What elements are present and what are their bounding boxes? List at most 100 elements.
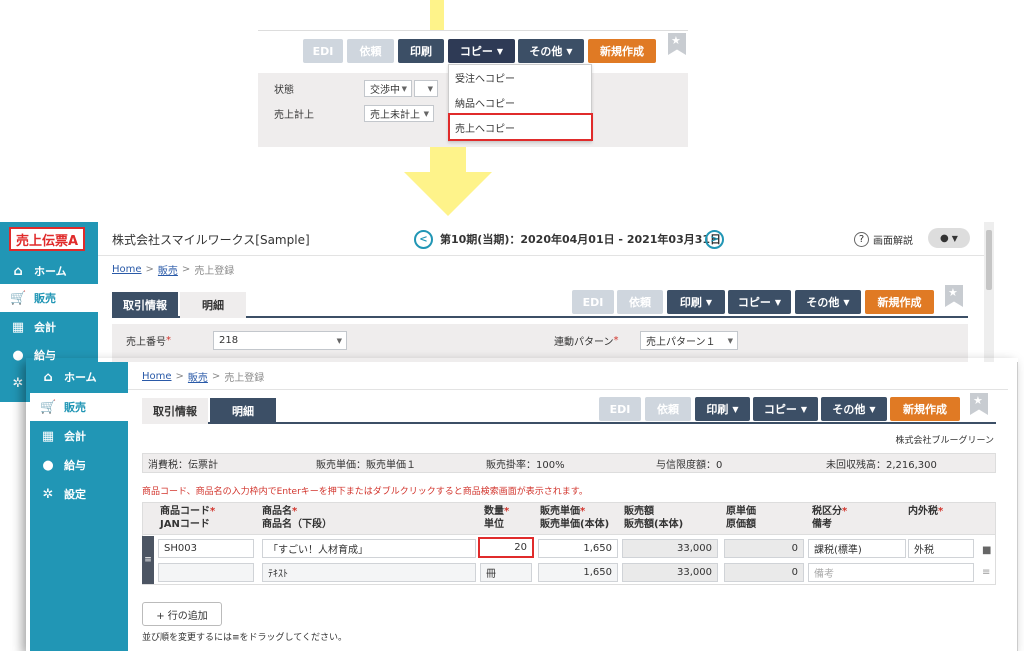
info-rate: 販売掛率：100% (486, 459, 565, 471)
chevron-down-icon: ▼ (800, 404, 808, 414)
chevron-down-icon: ▼ (732, 404, 739, 414)
chevron-down-icon: ▼ (951, 233, 958, 243)
row-drag-handle[interactable]: ≡ (142, 536, 154, 584)
copy-button-2[interactable]: コピー ▼ (753, 397, 818, 421)
home-icon: ⌂ (43, 369, 53, 385)
chevron-down-icon: ▼ (705, 297, 713, 307)
chevron-down-icon: ▼ (496, 46, 504, 56)
sales-label: 売上計上 (274, 109, 314, 121)
pattern-select[interactable]: 売上パターン１ ▼ (640, 331, 738, 350)
sidebar2-item-home[interactable]: ⌂ ホーム (40, 362, 96, 392)
help-icon[interactable]: ? (854, 232, 869, 247)
row-reorder-icon[interactable]: ≡ (982, 566, 990, 578)
number-select[interactable]: 218 ▼ (213, 331, 347, 350)
inout-select[interactable]: 外税 (908, 539, 974, 558)
memo-input[interactable]: 備考 (808, 563, 974, 582)
tab2-deal-info[interactable]: 取引情報 (142, 398, 208, 424)
edi-button-1[interactable]: EDI (572, 290, 614, 314)
sidebar-item-sales[interactable]: 🛒 販売 (10, 283, 56, 313)
gear-icon: ✲ (12, 375, 24, 391)
gear-icon: ✲ (42, 486, 54, 502)
name-input[interactable]: 「すごい！人材育成」 (262, 539, 476, 558)
next-period-icon[interactable]: > (705, 230, 724, 249)
print-button-1[interactable]: 印刷 ▼ (667, 290, 725, 314)
edi-button[interactable]: EDI (303, 39, 343, 63)
dropdown-item-sales[interactable]: 売上へコピー (455, 118, 515, 136)
sales-select[interactable]: 売上未計上 ▼ (364, 105, 434, 122)
breadcrumb-home[interactable]: Home (112, 264, 142, 275)
header-inout: 内外税* (908, 506, 944, 517)
status-select-2[interactable]: ▼ (414, 80, 438, 97)
add-row-button[interactable]: + 行の追加 (142, 602, 222, 626)
money-bag-icon: ● (12, 347, 24, 363)
fiscal-period: 第10期(当期)：2020年04月01日 - 2021年03月31日 (440, 233, 722, 246)
other-button-1[interactable]: その他 ▼ (795, 290, 861, 314)
print-button[interactable]: 印刷 (398, 39, 444, 63)
customer-name: 株式会社ブルーグリーン (895, 435, 994, 446)
new-button[interactable]: 新規作成 (588, 39, 656, 63)
scrollbar-1[interactable] (984, 222, 994, 362)
sidebar-item-accounting[interactable]: ▦ 会計 (10, 312, 56, 342)
irai-button-1[interactable]: 依頼 (617, 290, 663, 314)
header-price: 販売単価* 販売単価(本体) (540, 506, 610, 530)
breadcrumb-sales[interactable]: 販売 (188, 369, 208, 384)
info-price: 販売単価：販売単価１ (316, 459, 416, 471)
jan-input[interactable] (158, 563, 254, 582)
chevron-down-icon: ▼ (869, 404, 876, 414)
money-bag-icon: ● (42, 457, 54, 473)
code-input[interactable]: SH003 (158, 539, 254, 558)
status-select[interactable]: 交渉中 ▼ (364, 80, 412, 97)
other-button-2[interactable]: その他 ▼ (821, 397, 887, 421)
irai-button[interactable]: 依頼 (347, 39, 394, 63)
header-qty: 数量* 単位 (484, 506, 510, 530)
header-amount: 販売額 販売額(本体) (624, 506, 684, 530)
sidebar-item-home[interactable]: ⌂ ホーム (10, 256, 66, 286)
badge-sales-slip: 売上伝票A (9, 227, 85, 251)
tab-deal-info[interactable]: 取引情報 (112, 292, 178, 318)
header-name: 商品名* 商品名（下段） (262, 506, 332, 530)
dropdown-item-order[interactable]: 受注へコピー (455, 68, 515, 86)
edi-button-2[interactable]: EDI (599, 397, 641, 421)
tab-details[interactable]: 明細 (180, 292, 246, 318)
irai-button-2[interactable]: 依頼 (645, 397, 691, 421)
dropdown-item-delivery[interactable]: 納品へコピー (455, 93, 515, 111)
calculator-icon: ▦ (41, 428, 55, 444)
new-button-1[interactable]: 新規作成 (865, 290, 934, 314)
row-menu-icon[interactable]: ■ (982, 544, 991, 556)
search-notice: 商品コード、商品名の入力枠内でEnterキーを押下またはダブルクリックすると商品… (142, 486, 588, 497)
user-icon: ● (940, 232, 949, 244)
sidebar2-item-settings[interactable]: ✲ 設定 (40, 479, 86, 509)
breadcrumb-sales[interactable]: 販売 (158, 262, 178, 277)
price2-input[interactable]: 1,650 (538, 563, 618, 582)
taxcls-select[interactable]: 課税(標準) (808, 539, 906, 558)
cart-icon: 🛒 (10, 290, 27, 306)
prev-period-icon[interactable]: < (414, 230, 433, 249)
other-button[interactable]: その他 ▼ (518, 39, 584, 63)
copy-button[interactable]: コピー ▼ (448, 39, 515, 63)
copy-button-1[interactable]: コピー ▼ (728, 290, 791, 314)
header-code: 商品コード* JANコード (160, 506, 216, 530)
print-button-2[interactable]: 印刷 ▼ (695, 397, 750, 421)
sidebar-item-settings[interactable]: ✲ (10, 368, 26, 398)
info-tax: 消費税：伝票計 (148, 459, 218, 471)
header-cost: 原単価 原価額 (726, 506, 756, 530)
amount-value: 33,000 (622, 539, 718, 558)
status-label: 状態 (274, 84, 294, 96)
price-input[interactable]: 1,650 (538, 539, 618, 558)
home-icon: ⌂ (13, 263, 23, 279)
tab2-details[interactable]: 明細 (210, 398, 276, 424)
breadcrumb-home[interactable]: Home (142, 371, 172, 382)
sidebar2-item-payroll[interactable]: ● 給与 (40, 450, 86, 480)
sidebar2-item-sales[interactable]: 🛒 販売 (40, 392, 86, 422)
cost-value: 0 (724, 539, 804, 558)
sidebar2-item-accounting[interactable]: ▦ 会計 (40, 421, 86, 451)
info-credit: 与信限度額：0 (656, 459, 723, 471)
breadcrumb-1: Home > 販売 > 売上登録 (112, 262, 235, 277)
help-link[interactable]: 画面解説 (873, 232, 913, 247)
qty-input[interactable]: 20 (478, 537, 534, 558)
header-taxcls: 税区分* 備考 (812, 506, 848, 530)
new-button-2[interactable]: 新規作成 (890, 397, 960, 421)
name2-input[interactable]: ﾃｷｽﾄ (262, 563, 476, 582)
unit-input[interactable]: 冊 (480, 563, 532, 582)
user-menu-button[interactable]: ● ▼ (928, 228, 970, 248)
